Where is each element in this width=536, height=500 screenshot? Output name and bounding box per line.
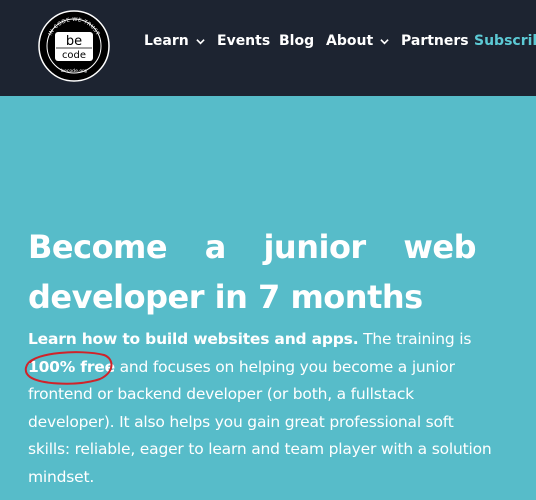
hero-title: Become a junior web developer in 7 month… [28,228,477,316]
intro-paragraph: Learn how to build websites and apps. Th… [24,326,498,491]
chevron-down-icon [380,38,389,44]
intro-lead: Learn how to build websites and apps. [28,330,359,348]
free-highlight-text: 100% free [28,357,115,376]
free-highlight: 100% free [24,350,115,385]
nav-item-label: About [326,33,374,49]
nav-item-subscribe[interactable]: Subscribe [474,33,536,49]
nav-item-learn[interactable]: Learn [144,33,205,49]
nav-item-label: Learn [144,33,189,49]
nav-item-blog[interactable]: Blog [279,33,314,49]
site-header: IN CODE WE TRUST be code becode.org Lear… [0,0,536,96]
intro-text-1: The training is [358,330,472,348]
nav-item-partners[interactable]: Partners [401,33,469,49]
nav-item-label: Blog [279,33,315,49]
nav-item-label: Subscribe [474,33,536,49]
nav-item-label: Events [217,33,271,49]
chevron-down-icon [196,38,205,44]
nav-item-about[interactable]: About [326,33,389,49]
nav-item-events[interactable]: Events [217,33,270,49]
svg-text:becode.org: becode.org [61,68,87,74]
nav-item-label: Partners [401,33,469,49]
main-nav: Learn Events Blog About Partners Subscri… [0,33,536,53]
